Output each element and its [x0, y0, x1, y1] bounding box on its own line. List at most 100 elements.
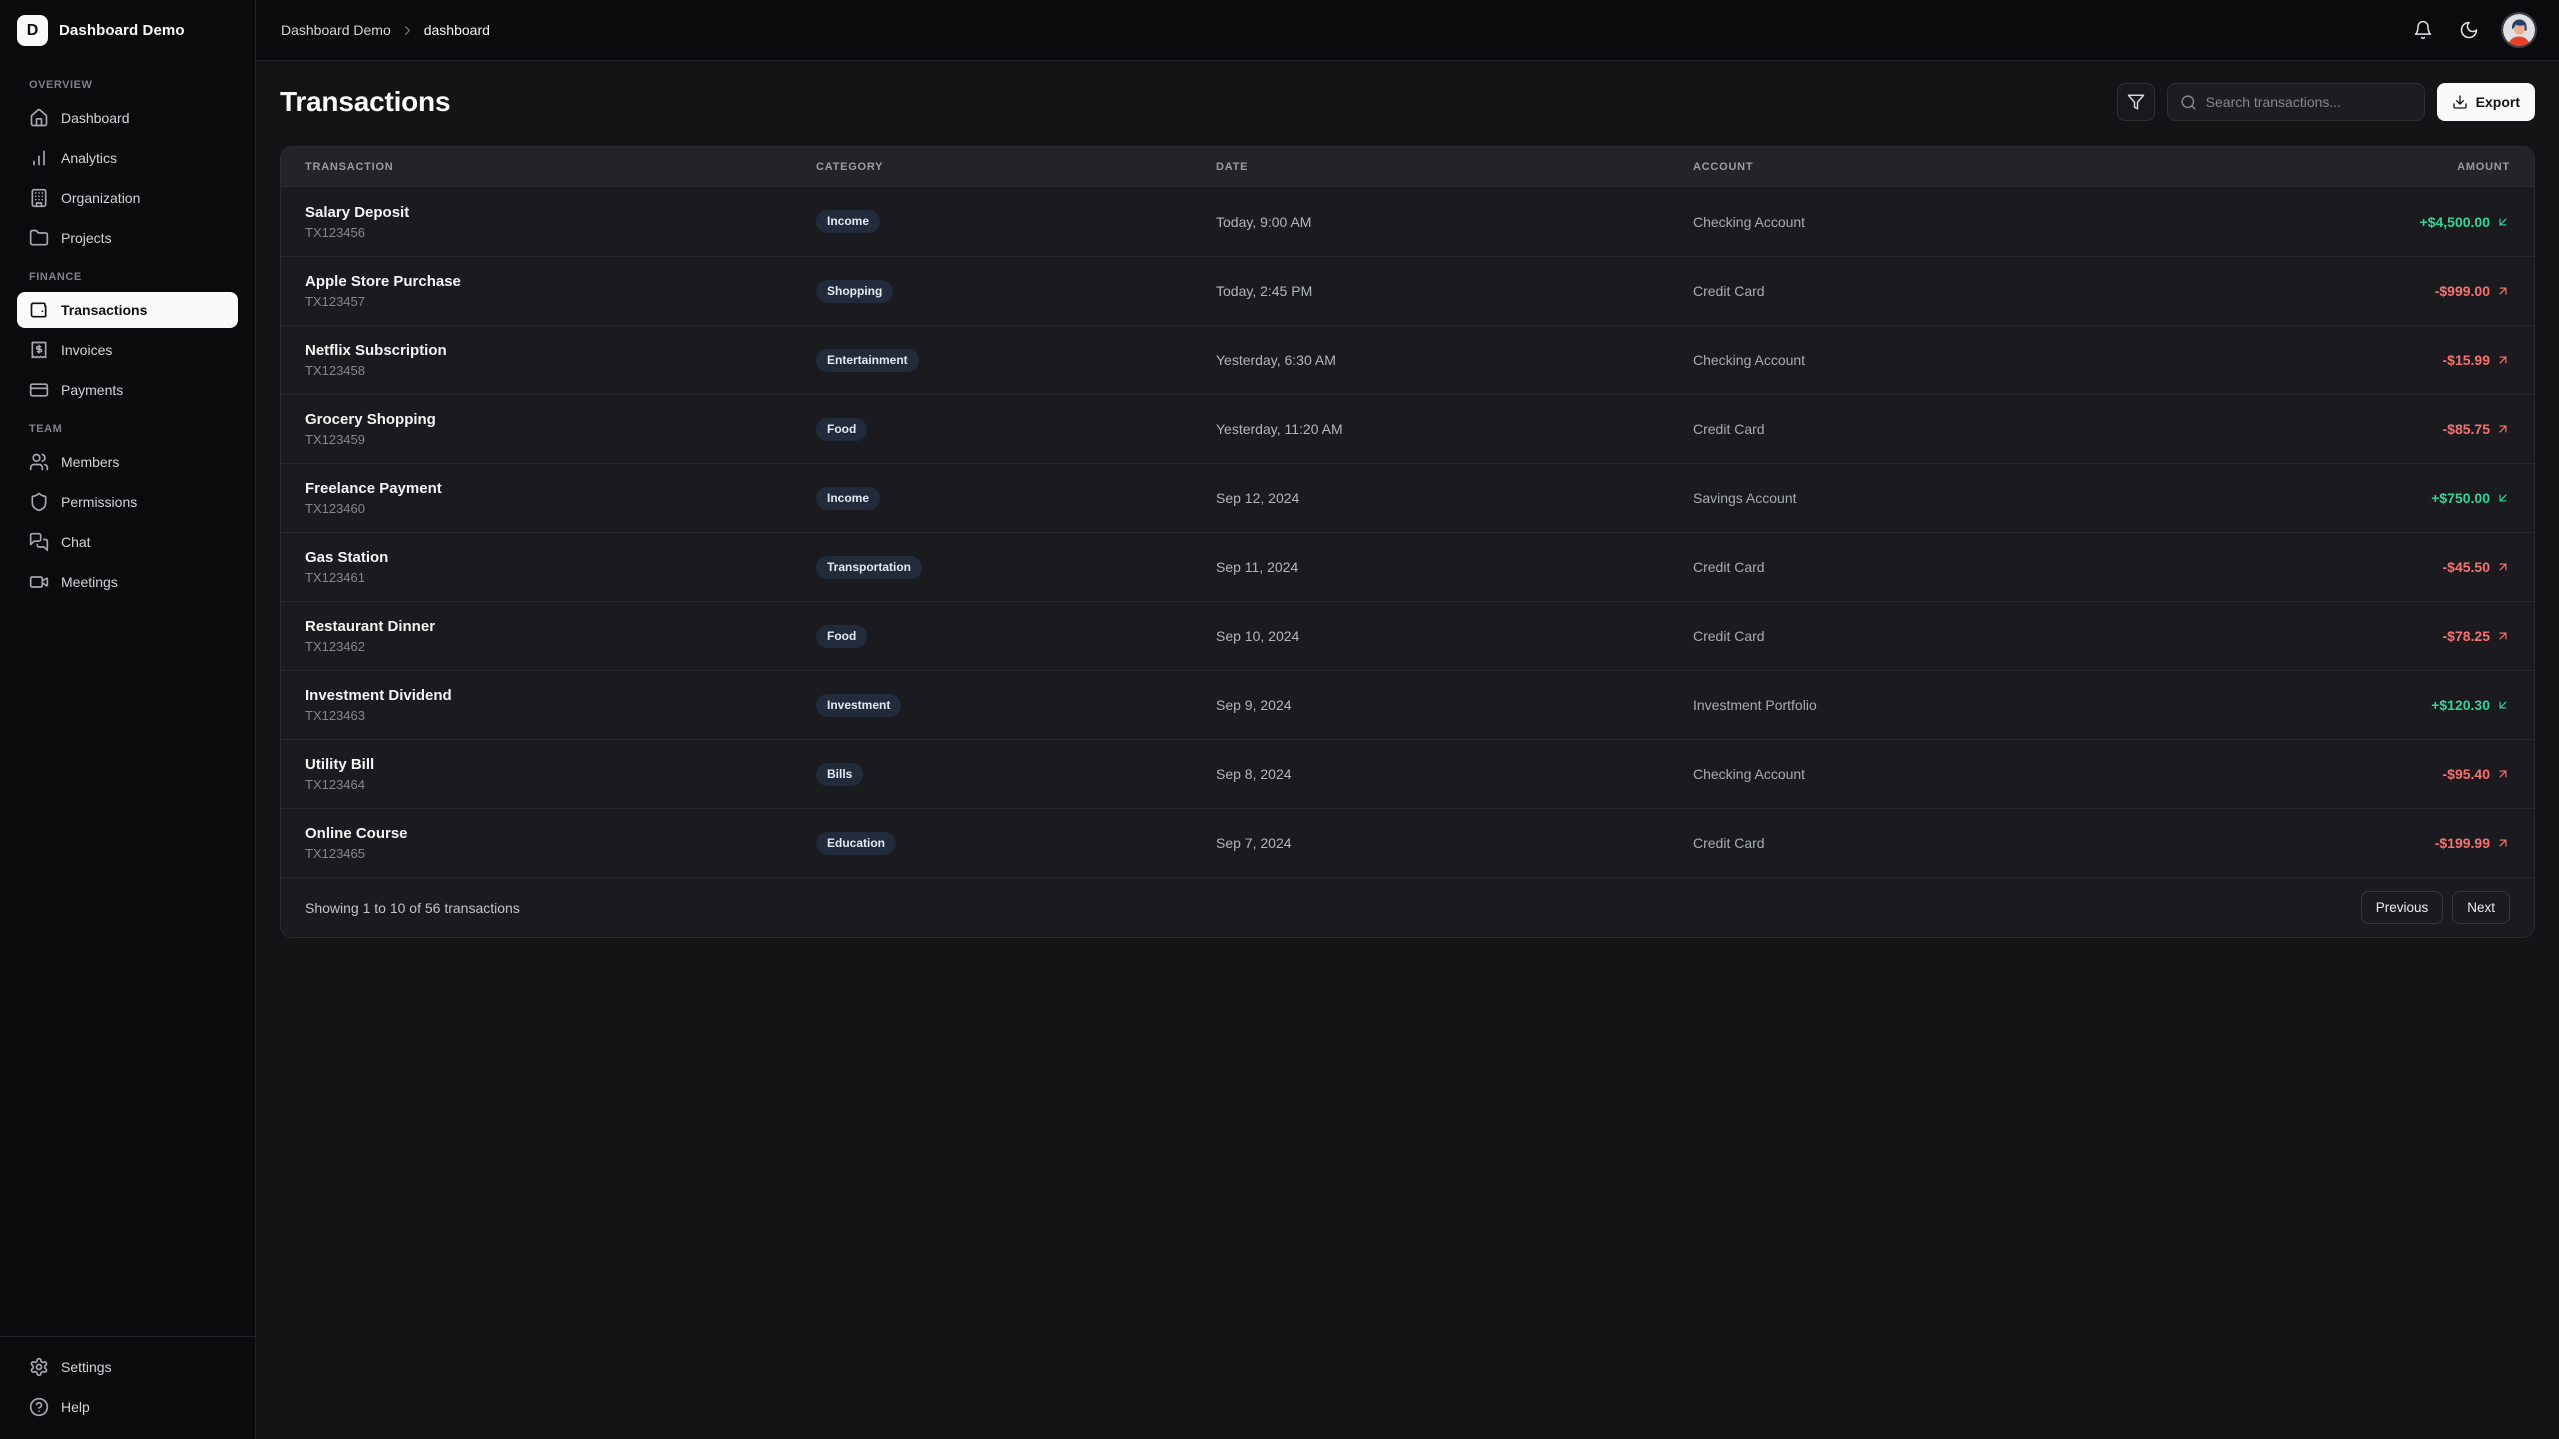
export-button[interactable]: Export: [2437, 83, 2535, 121]
sidebar-item-members[interactable]: Members: [17, 444, 238, 480]
category-cell: Shopping: [816, 280, 1216, 303]
transaction-id: TX123458: [305, 363, 816, 379]
sidebar-item-transactions[interactable]: Transactions: [17, 292, 238, 328]
user-avatar[interactable]: [2501, 12, 2537, 48]
category-badge: Food: [816, 625, 867, 648]
transaction-id: TX123457: [305, 294, 816, 310]
arrow-down-left-icon: [2496, 491, 2510, 505]
amount-cell: -$15.99: [2166, 352, 2510, 368]
table-row[interactable]: Freelance Payment TX123460 Income Sep 12…: [281, 463, 2534, 532]
date-cell: Sep 11, 2024: [1216, 559, 1693, 575]
section-label-finance: Finance: [17, 271, 238, 283]
arrow-up-right-icon: [2496, 629, 2510, 643]
table-row[interactable]: Utility Bill TX123464 Bills Sep 8, 2024 …: [281, 739, 2534, 808]
account-cell: Investment Portfolio: [1693, 697, 2166, 713]
table-row[interactable]: Online Course TX123465 Education Sep 7, …: [281, 808, 2534, 877]
amount-value: -$999.00: [2435, 283, 2490, 299]
amount-cell: -$78.25: [2166, 628, 2510, 644]
search-input[interactable]: [2206, 94, 2412, 110]
amount-value: -$15.99: [2443, 352, 2490, 368]
amount-cell: +$120.30: [2166, 697, 2510, 713]
table-row[interactable]: Netflix Subscription TX123458 Entertainm…: [281, 325, 2534, 394]
chat-icon: [29, 532, 49, 552]
amount-value: -$85.75: [2443, 421, 2490, 437]
table-row[interactable]: Grocery Shopping TX123459 Food Yesterday…: [281, 394, 2534, 463]
main-column: Dashboard Demo dashboard: [256, 0, 2559, 1439]
sidebar-item-meetings[interactable]: Meetings: [17, 564, 238, 600]
sidebar-item-organization[interactable]: Organization: [17, 180, 238, 216]
category-cell: Income: [816, 210, 1216, 233]
amount-value: +$4,500.00: [2420, 214, 2490, 230]
account-cell: Savings Account: [1693, 490, 2166, 506]
sidebar-item-permissions[interactable]: Permissions: [17, 484, 238, 520]
sidebar-footer: Settings Help: [0, 1336, 255, 1439]
sidebar-item-help[interactable]: Help: [17, 1389, 238, 1425]
table-row[interactable]: Investment Dividend TX123463 Investment …: [281, 670, 2534, 739]
sidebar-item-chat[interactable]: Chat: [17, 524, 238, 560]
category-badge: Food: [816, 418, 867, 441]
amount-value: +$750.00: [2431, 490, 2490, 506]
folder-icon: [29, 228, 49, 248]
sidebar-item-projects[interactable]: Projects: [17, 220, 238, 256]
category-badge: Bills: [816, 763, 863, 786]
category-cell: Bills: [816, 763, 1216, 786]
export-label: Export: [2476, 94, 2520, 110]
transaction-name: Salary Deposit: [305, 203, 816, 222]
category-cell: Food: [816, 625, 1216, 648]
date-cell: Sep 9, 2024: [1216, 697, 1693, 713]
receipt-icon: [29, 340, 49, 360]
moon-icon: [2459, 20, 2479, 40]
users-icon: [29, 452, 49, 472]
transaction-name: Freelance Payment: [305, 479, 816, 498]
section-label-team: Team: [17, 423, 238, 435]
transaction-cell: Grocery Shopping TX123459: [305, 410, 816, 448]
sidebar-item-dashboard[interactable]: Dashboard: [17, 100, 238, 136]
column-header-account: Account: [1693, 161, 2166, 173]
breadcrumb-root[interactable]: Dashboard Demo: [281, 22, 391, 38]
date-cell: Sep 7, 2024: [1216, 835, 1693, 851]
avatar-illustration: [2503, 14, 2535, 46]
previous-page-button[interactable]: Previous: [2361, 891, 2444, 924]
category-cell: Transportation: [816, 556, 1216, 579]
table-body: Salary Deposit TX123456 Income Today, 9:…: [281, 187, 2534, 877]
transaction-name: Utility Bill: [305, 755, 816, 774]
account-cell: Credit Card: [1693, 835, 2166, 851]
amount-value: -$78.25: [2443, 628, 2490, 644]
table-row[interactable]: Salary Deposit TX123456 Income Today, 9:…: [281, 187, 2534, 256]
next-page-button[interactable]: Next: [2452, 891, 2510, 924]
app-logo[interactable]: D Dashboard Demo: [0, 0, 255, 61]
sidebar-item-label: Meetings: [61, 574, 118, 590]
table-row[interactable]: Restaurant Dinner TX123462 Food Sep 10, …: [281, 601, 2534, 670]
funnel-icon: [2127, 93, 2145, 111]
transaction-name: Grocery Shopping: [305, 410, 816, 429]
table-header-row: Transaction Category Date Account Amount: [281, 147, 2534, 187]
search-box: [2167, 83, 2425, 121]
topbar: Dashboard Demo dashboard: [256, 0, 2559, 61]
sidebar-item-settings[interactable]: Settings: [17, 1349, 238, 1385]
theme-toggle-button[interactable]: [2451, 12, 2487, 48]
transaction-id: TX123465: [305, 846, 816, 862]
transaction-name: Apple Store Purchase: [305, 272, 816, 291]
transaction-cell: Utility Bill TX123464: [305, 755, 816, 793]
transaction-name: Gas Station: [305, 548, 816, 567]
table-row[interactable]: Apple Store Purchase TX123457 Shopping T…: [281, 256, 2534, 325]
account-cell: Credit Card: [1693, 559, 2166, 575]
date-cell: Yesterday, 6:30 AM: [1216, 352, 1693, 368]
table-row[interactable]: Gas Station TX123461 Transportation Sep …: [281, 532, 2534, 601]
transaction-cell: Salary Deposit TX123456: [305, 203, 816, 241]
sidebar-item-analytics[interactable]: Analytics: [17, 140, 238, 176]
transaction-id: TX123461: [305, 570, 816, 586]
sidebar-item-payments[interactable]: Payments: [17, 372, 238, 408]
logo-mark: D: [17, 15, 48, 46]
sidebar-section-overview: Overview Dashboard Analytics Organizatio…: [17, 79, 238, 256]
filter-button[interactable]: [2117, 83, 2155, 121]
section-label-overview: Overview: [17, 79, 238, 91]
notifications-button[interactable]: [2405, 12, 2441, 48]
search-icon: [2180, 94, 2197, 111]
category-badge: Income: [816, 487, 880, 510]
arrow-up-right-icon: [2496, 560, 2510, 574]
transaction-id: TX123460: [305, 501, 816, 517]
arrow-up-right-icon: [2496, 767, 2510, 781]
breadcrumb: Dashboard Demo dashboard: [281, 22, 490, 38]
sidebar-item-invoices[interactable]: Invoices: [17, 332, 238, 368]
